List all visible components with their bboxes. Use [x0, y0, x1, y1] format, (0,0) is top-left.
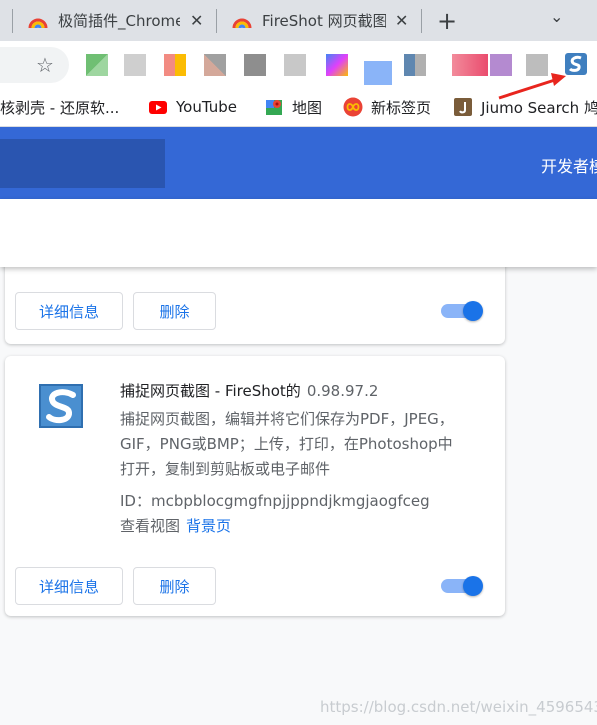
watermark: https://blog.csdn.net/weixin_45965432: [320, 698, 597, 716]
developer-mode-label: 开发者模式: [541, 157, 597, 176]
rainbow-tab-icon: [232, 18, 252, 29]
extension-icon[interactable]: [526, 54, 548, 76]
inspect-views: 查看视图 背景页: [120, 515, 231, 536]
extension-icon[interactable]: [164, 54, 186, 76]
search-box[interactable]: [0, 139, 165, 188]
enable-toggle[interactable]: [441, 301, 485, 321]
remove-button[interactable]: 删除: [133, 292, 216, 330]
tab-separator: [216, 9, 217, 33]
tab-chrome-plugins[interactable]: 极简插件_Chrome ✕: [14, 0, 214, 41]
youtube-icon: [149, 101, 167, 114]
extension-icon[interactable]: [244, 54, 266, 76]
bookmark-label: YouTube: [176, 98, 237, 116]
fireshot-icon[interactable]: [565, 53, 587, 75]
extension-icon[interactable]: [490, 54, 512, 76]
bookmark-label: 地图: [292, 98, 323, 117]
bookmark-new-tab[interactable]: 新标签页: [343, 88, 431, 126]
extensions-header: 开发者模式: [0, 127, 597, 199]
bookmark-label: Jiumo Search 鸠: [481, 98, 597, 117]
extension-icon[interactable]: [86, 54, 108, 76]
extension-title: 捕捉网页截图 - FireShot的 0.98.97.2: [120, 380, 378, 401]
bookmark-label: 新标签页: [371, 98, 432, 117]
address-bar[interactable]: [0, 47, 69, 83]
fireshot-extension-card: 捕捉网页截图 - FireShot的 0.98.97.2 捕捉网页截图，编辑并将它…: [5, 356, 505, 616]
bookmark-maps[interactable]: 地图: [264, 88, 322, 126]
remove-button[interactable]: 删除: [133, 567, 216, 605]
extension-icon[interactable]: [284, 54, 306, 76]
bookmark-label: 核剥壳 - 还原软...: [0, 98, 120, 117]
fireshot-logo-icon: [39, 384, 83, 428]
bookmark-star-icon[interactable]: ☆: [36, 53, 54, 77]
extension-name: 捕捉网页截图 - FireShot的: [120, 382, 301, 400]
details-button[interactable]: 详细信息: [15, 567, 123, 605]
enable-toggle[interactable]: [441, 576, 485, 596]
tab-search-icon[interactable]: ⌄: [550, 7, 563, 26]
new-tab-icon: [343, 97, 363, 117]
bookmarks-bar: 核剥壳 - 还原软... YouTube 地图 新标签页 Jiumo Searc…: [0, 88, 597, 127]
inspect-views-label: 查看视图: [120, 517, 181, 535]
details-button[interactable]: 详细信息: [15, 292, 123, 330]
extension-description: 捕捉网页截图，编辑并将它们保存为PDF，JPEG，GIF，PNG或BMP；上传，…: [120, 410, 454, 478]
extension-version: 0.98.97.2: [306, 382, 379, 400]
rainbow-tab-icon: [28, 18, 48, 29]
tab-title: 极简插件_Chrome: [58, 12, 180, 30]
extension-icon[interactable]: [364, 61, 392, 85]
extension-icon[interactable]: [326, 54, 348, 76]
extension-icon[interactable]: [404, 54, 426, 76]
extension-icon[interactable]: [452, 54, 488, 76]
tab-strip: 极简插件_Chrome ✕ FireShot 网页截图 ✕ + ⌄: [0, 0, 597, 41]
tab-title: FireShot 网页截图: [262, 12, 386, 30]
toggle-knob: [463, 301, 483, 321]
maps-icon: [266, 100, 282, 115]
browser-toolbar: ☆: [0, 41, 597, 88]
jiumo-icon: [454, 98, 472, 116]
sub-toolbar: [0, 199, 597, 267]
close-icon[interactable]: ✕: [395, 11, 408, 30]
tab-fireshot[interactable]: FireShot 网页截图 ✕: [218, 0, 418, 41]
bookmark-jiumo[interactable]: Jiumo Search 鸠: [453, 88, 597, 126]
tab-separator: [12, 9, 13, 33]
tab-separator: [421, 9, 422, 33]
extension-id: ID：mcbpblocgmgfnpjjppndjkmgjaogfceg: [120, 492, 430, 510]
background-page-link[interactable]: 背景页: [186, 517, 231, 535]
new-tab-button[interactable]: +: [437, 7, 457, 35]
extension-icon[interactable]: [124, 54, 146, 76]
toggle-knob: [463, 576, 483, 596]
close-icon[interactable]: ✕: [190, 11, 203, 30]
extension-icon[interactable]: [204, 54, 226, 76]
bookmark-item[interactable]: 核剥壳 - 还原软...: [0, 88, 119, 126]
bookmark-youtube[interactable]: YouTube: [148, 88, 237, 126]
